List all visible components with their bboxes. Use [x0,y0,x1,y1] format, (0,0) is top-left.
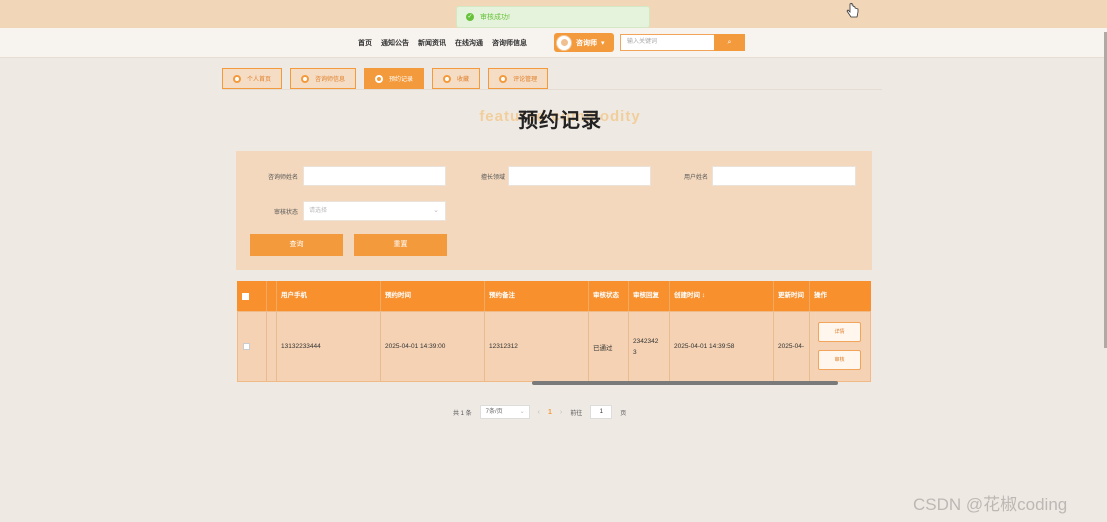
hand-pointer-icon [846,3,859,18]
select-all-checkbox[interactable] [242,292,249,300]
tab-comment-management[interactable]: 评论管理 [488,68,549,89]
header-spacer [267,281,277,311]
nav-home[interactable]: 首页 [358,38,372,48]
counselor-name-input[interactable] [303,166,446,186]
user-menu-button[interactable]: 咨询师 ▾ [554,33,614,52]
search-button[interactable]: ⌕ [714,34,745,51]
table-horizontal-scrollbar[interactable] [532,381,838,385]
current-page[interactable]: 1 [548,409,552,416]
nav-chat[interactable]: 在线沟通 [455,38,483,48]
cell-phone: 13132233444 [277,312,381,381]
header-created[interactable]: 创建时间 ↕ [670,281,774,311]
tab-counselor-info[interactable]: 咨询师信息 [290,68,357,89]
cell-audit-reply: 2342342 3 [629,312,670,381]
tab-label: 收藏 [457,77,470,83]
header-audit-status: 审核状态 [589,281,629,311]
radio-circle-icon [375,74,384,83]
filter-panel: 咨询师姓名 擅长领域 用户姓名 审核状态 请选择 ⌄ 查询 重置 [236,151,872,270]
tab-label: 预约记录 [389,77,414,83]
tab-label: 咨询师信息 [315,77,346,83]
tab-favorites[interactable]: 收藏 [432,68,481,89]
tab-appointment-records[interactable]: 预约记录 [364,68,425,89]
chevron-down-icon: ⌄ [433,207,439,214]
csdn-watermark: CSDN @花椒coding [913,495,1068,514]
tab-personal-home[interactable]: 个人首页 [222,68,283,89]
header-audit-reply: 审核回复 [629,281,670,311]
chevron-down-icon: ⌄ [519,409,525,415]
audit-status-placeholder: 请选择 [309,208,328,214]
cell-appointment-time: 2025-04-01 14:39:00 [381,312,485,381]
header-actions: 操作 [814,292,827,299]
main-navbar: 首页 通知公告 新闻资讯 在线沟通 咨询师信息 咨询师 ▾ 输入关键词 ⌕ [0,28,1107,58]
radio-circle-icon [301,74,310,83]
pager-total: 共 1 条 [453,410,472,417]
cell-note: 12312312 [485,312,589,381]
audit-button[interactable]: 审核 [818,350,861,370]
nav-news[interactable]: 新闻资讯 [418,38,446,48]
cell-created: 2025-04-01 14:39:58 [670,312,774,381]
pagination: 共 1 条 7条/页 ⌄ ‹ 1 › 前往 1 页 [453,405,626,419]
check-circle-icon: ✓ [466,13,474,21]
tabs-divider [222,89,882,90]
nav-notice[interactable]: 通知公告 [381,38,409,48]
audit-status-label: 审核状态 [273,210,298,216]
header-phone: 用户手机 [277,281,381,311]
user-name-input[interactable] [712,166,856,186]
header-note: 预约备注 [485,281,589,311]
nav-links: 首页 通知公告 新闻资讯 在线沟通 咨询师信息 [358,38,527,48]
radio-circle-icon [443,74,452,83]
avatar [556,34,572,51]
table-row: 13132233444 2025-04-01 14:39:00 12312312… [237,311,871,382]
user-name-label: 用户姓名 [683,175,708,181]
specialty-label: 擅长领域 [480,175,505,181]
user-label: 咨询师 [576,39,597,47]
goto-page-input[interactable]: 1 [590,405,613,419]
row-spacer [267,312,277,381]
cell-actions: 详情 审核 [810,312,870,381]
row-checkbox[interactable] [243,343,250,350]
tab-label: 个人首页 [247,77,272,83]
nav-counselor-info[interactable]: 咨询师信息 [492,38,527,48]
header-updated: 更新时间 [774,281,810,311]
audit-status-select[interactable]: 请选择 ⌄ [303,201,446,221]
prev-page-icon[interactable]: ‹ [538,409,540,416]
page-title-block: featured commodity 预约记录 [440,104,680,134]
goto-label: 前往 [570,410,583,417]
radio-circle-icon [499,74,508,83]
page-title: 预约记录 [518,110,602,132]
table-header: 用户手机 预约时间 预约备注 审核状态 审核回复 创建时间 ↕ 更新时间 操作 [237,281,871,311]
query-button[interactable]: 查询 [250,234,343,256]
specialty-input[interactable] [508,166,651,186]
profile-tabs: 个人首页 咨询师信息 预约记录 收藏 评论管理 [222,68,549,89]
appointments-table: 用户手机 预约时间 预约备注 审核状态 审核回复 创建时间 ↕ 更新时间 操作 … [237,281,871,382]
header-appointment-time: 预约时间 [381,281,485,311]
reset-button[interactable]: 重置 [354,234,447,256]
tab-label: 评论管理 [513,77,538,83]
row-select-cell [238,312,267,381]
search-input[interactable]: 输入关键词 [620,34,714,51]
cell-audit-status: 已通过 [589,312,629,381]
detail-button[interactable]: 详情 [818,322,861,342]
toast-message: 审核成功! [480,14,510,21]
page-size-select[interactable]: 7条/页 ⌄ [479,405,530,419]
counselor-name-label: 咨询师姓名 [267,175,298,181]
next-page-icon[interactable]: › [560,409,562,416]
chevron-down-icon: ▾ [601,39,605,47]
page-suffix: 页 [620,410,627,417]
success-toast: ✓ 审核成功! [456,6,650,28]
cell-updated: 2025-04- [774,312,810,381]
header-select-all[interactable] [237,281,267,311]
page-size-value: 7条/页 [485,409,503,415]
search-icon: ⌕ [727,39,732,46]
radio-circle-icon [233,74,241,83]
